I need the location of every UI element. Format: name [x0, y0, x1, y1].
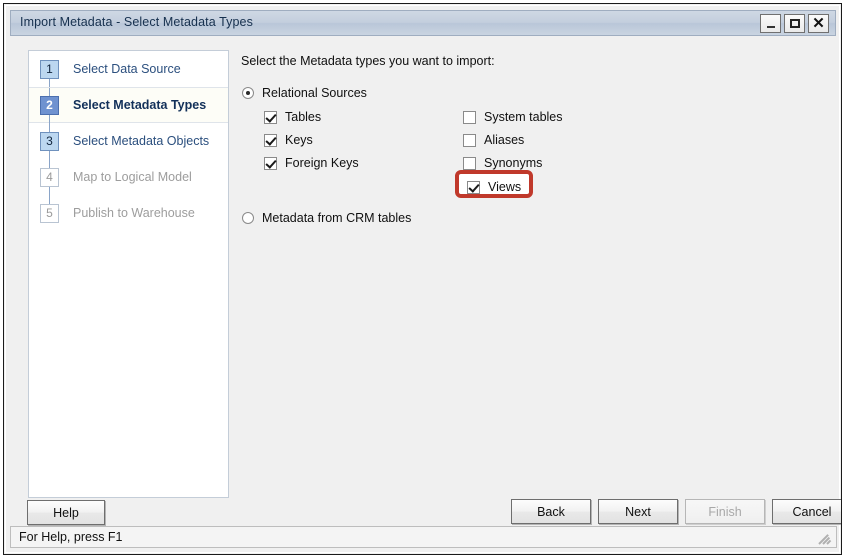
checkbox-label-keys: Keys: [285, 133, 313, 147]
step-number-3: 3: [40, 131, 59, 151]
minimize-button[interactable]: [760, 14, 781, 33]
step-number-4: 4: [40, 167, 59, 187]
checkbox-label-foreign-keys: Foreign Keys: [285, 156, 359, 170]
radio-label-metadata-from-crm: Metadata from CRM tables: [262, 211, 412, 225]
radio-relational-sources[interactable]: Relational Sources: [242, 86, 367, 100]
checkbox-label-synonyms: Synonyms: [484, 156, 543, 170]
wizard-steps-panel: 1 Select Data Source 2 Select Metadata T…: [28, 50, 229, 498]
views-highlight-annotation: Views: [455, 170, 533, 198]
status-bar-text: For Help, press F1: [19, 530, 123, 544]
step-number-1: 1: [40, 59, 59, 79]
dialog-window-inner: Import Metadata - Select Metadata Types …: [5, 5, 841, 553]
radio-label-relational-sources: Relational Sources: [262, 86, 367, 100]
checkbox-label-system-tables: System tables: [484, 110, 563, 124]
sidebar-item-label-5: Publish to Warehouse: [73, 206, 195, 220]
cancel-button[interactable]: Cancel: [772, 499, 841, 524]
sidebar-item-label-2: Select Metadata Types: [73, 98, 207, 112]
checkbox-icon-unchecked: [463, 156, 476, 170]
checkbox-keys[interactable]: Keys: [264, 133, 313, 147]
checkbox-label-views: Views: [488, 180, 522, 194]
checkbox-label-aliases: Aliases: [484, 133, 525, 147]
checkbox-tables[interactable]: Tables: [264, 110, 321, 124]
help-button[interactable]: Help: [27, 500, 105, 525]
sidebar-item-select-metadata-types[interactable]: 2 Select Metadata Types: [29, 87, 228, 124]
close-icon: ✕: [812, 15, 825, 32]
checkbox-aliases[interactable]: Aliases: [463, 133, 524, 147]
title-bar[interactable]: Import Metadata - Select Metadata Types …: [10, 10, 836, 36]
checkbox-synonyms[interactable]: Synonyms: [463, 156, 542, 170]
instruction-text: Select the Metadata types you want to im…: [241, 54, 495, 68]
checkbox-label-tables: Tables: [285, 110, 322, 124]
maximize-button[interactable]: [784, 14, 805, 33]
sidebar-item-label-3: Select Metadata Objects: [73, 134, 210, 148]
checkbox-views[interactable]: Views: [467, 180, 521, 194]
step-number-5: 5: [40, 203, 59, 223]
status-bar: For Help, press F1: [10, 526, 837, 548]
radio-metadata-from-crm-tables[interactable]: Metadata from CRM tables: [242, 211, 411, 225]
checkbox-foreign-keys[interactable]: Foreign Keys: [264, 156, 359, 170]
sidebar-item-map-to-logical-model[interactable]: 4 Map to Logical Model: [29, 159, 228, 195]
sidebar-item-select-metadata-objects[interactable]: 3 Select Metadata Objects: [29, 123, 228, 159]
back-button[interactable]: Back: [511, 499, 591, 524]
minimize-icon: [766, 26, 775, 28]
maximize-icon: [789, 19, 800, 28]
radio-icon-unselected: [242, 212, 254, 224]
resize-grip-icon[interactable]: [818, 531, 833, 545]
checkbox-icon-checked: [467, 180, 480, 194]
checkbox-icon-unchecked: [463, 110, 476, 124]
next-button[interactable]: Next: [598, 499, 678, 524]
checkbox-icon-unchecked: [463, 133, 476, 147]
sidebar-item-label-4: Map to Logical Model: [73, 170, 192, 184]
sidebar-item-label-1: Select Data Source: [73, 62, 181, 76]
checkbox-icon-checked: [264, 110, 277, 124]
step-number-2: 2: [40, 95, 59, 115]
checkbox-system-tables[interactable]: System tables: [463, 110, 563, 124]
window-title: Import Metadata - Select Metadata Types: [20, 15, 253, 29]
radio-icon-selected: [242, 87, 254, 99]
close-button[interactable]: ✕: [808, 14, 829, 33]
dialog-window: Import Metadata - Select Metadata Types …: [3, 3, 842, 555]
finish-button: Finish: [685, 499, 765, 524]
checkbox-icon-checked: [264, 156, 277, 170]
sidebar-item-publish-to-warehouse[interactable]: 5 Publish to Warehouse: [29, 195, 228, 231]
checkbox-icon-checked: [264, 133, 277, 147]
sidebar-item-select-data-source[interactable]: 1 Select Data Source: [29, 51, 228, 87]
